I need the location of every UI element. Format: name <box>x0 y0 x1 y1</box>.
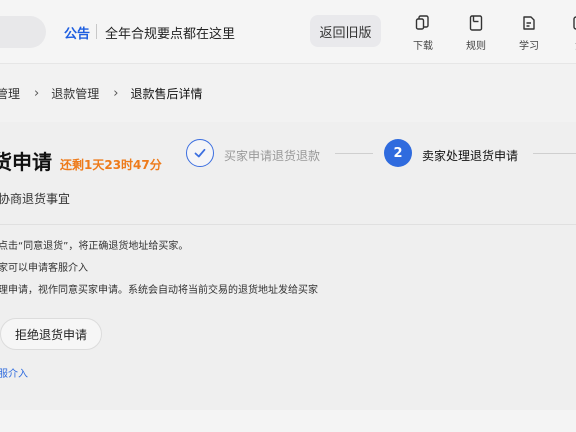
step-connector <box>335 153 373 154</box>
breadcrumb-item-management[interactable]: 管理 <box>0 85 20 102</box>
chevron-right-icon: › <box>113 85 119 101</box>
next-section <box>0 410 576 432</box>
tool-more[interactable]: 活 <box>560 14 576 54</box>
rules-icon <box>469 15 483 31</box>
instruction-note: 点击“同意退货”，将正确退货地址给买家。 <box>0 241 189 252</box>
instruction-note: 理申请，视作同意买家申请。系统会自动将当前交易的退货地址发给买家 <box>0 285 318 296</box>
tool-rules[interactable]: 规则 <box>456 14 496 54</box>
step-1-label: 买家申请退货退款 <box>224 149 321 163</box>
more-icon <box>573 16 576 30</box>
breadcrumb: 管理 › 退款管理 › 退款售后详情 <box>0 84 202 102</box>
reject-return-button[interactable]: 拒绝退货申请 <box>0 318 102 350</box>
notice-tag[interactable]: 公告 <box>64 23 90 42</box>
top-bar: 公告 全年合规要点都在这里 返回旧版 下载 规则 学习 活 <box>0 0 576 64</box>
divider <box>0 224 576 225</box>
subtitle: 协商退货事宜 <box>0 192 71 206</box>
chevron-right-icon: › <box>34 85 40 101</box>
tool-learn-label: 学习 <box>519 41 539 52</box>
breadcrumb-item-current: 退款售后详情 <box>130 86 203 101</box>
old-version-button[interactable]: 返回旧版 <box>310 15 381 47</box>
check-icon <box>194 148 206 158</box>
countdown-timer: 还剩1天23时47分 <box>60 158 162 172</box>
step-2-number: 2 <box>384 139 412 167</box>
search-input[interactable] <box>0 16 46 48</box>
tool-download-label: 下载 <box>413 41 433 52</box>
breadcrumb-item-refund-management[interactable]: 退款管理 <box>51 85 99 102</box>
step-connector <box>533 153 576 154</box>
tool-rules-label: 规则 <box>466 41 486 52</box>
step-1-done-indicator <box>186 139 214 167</box>
customer-service-link[interactable]: 服介入 <box>0 365 28 380</box>
notice-text[interactable]: 全年合规要点都在这里 <box>105 23 235 42</box>
page-title: 货申请 <box>0 150 52 174</box>
title-row: 货申请 还剩1天23时47分 <box>0 146 162 175</box>
step-2-label: 卖家处理退货申请 <box>422 149 519 163</box>
tool-download[interactable]: 下载 <box>403 14 443 54</box>
notice-divider <box>96 24 97 39</box>
tool-learn[interactable]: 学习 <box>509 14 549 54</box>
learn-icon <box>523 16 535 30</box>
download-icon <box>415 15 429 30</box>
instruction-note: 家可以申请客服介入 <box>0 263 88 274</box>
